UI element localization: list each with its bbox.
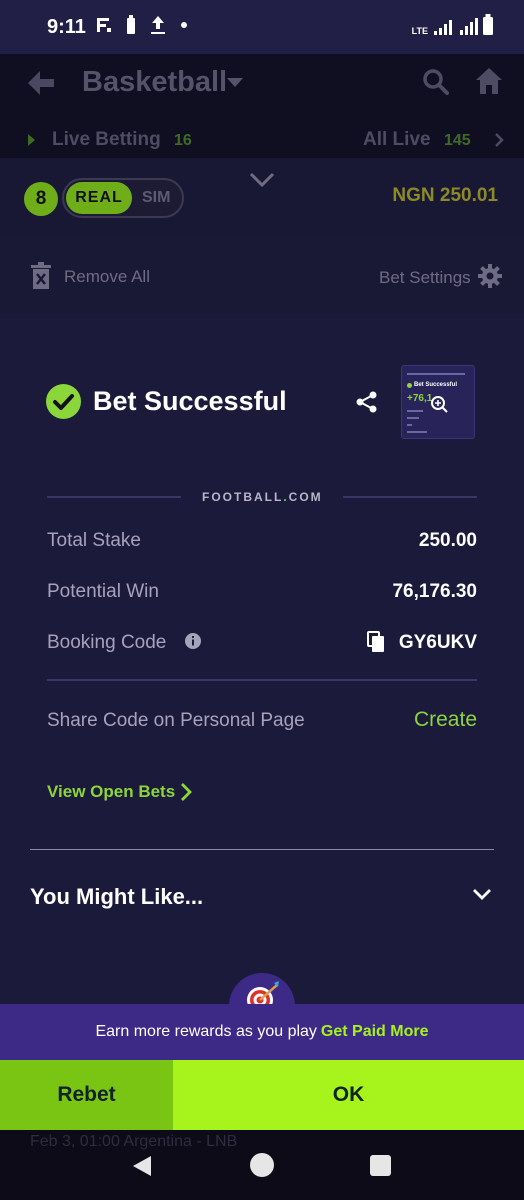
- divider-right: [343, 496, 477, 498]
- get-paid-more-link[interactable]: Get Paid More: [321, 1023, 429, 1040]
- nav-back-icon[interactable]: [131, 1154, 153, 1178]
- status-time: 9:11: [47, 16, 86, 38]
- rewards-text: Earn more rewards as you play: [95, 1023, 317, 1040]
- thumb-title: Bet Successful: [414, 382, 458, 388]
- potential-win-label: Potential Win: [47, 581, 159, 602]
- system-icons: LTE: [412, 14, 494, 36]
- thumb-header-line: [407, 373, 465, 375]
- live-arrow-icon: [28, 134, 35, 146]
- live-bar: Live Betting 16 All Live 145: [0, 120, 524, 158]
- system-nav-bar: [0, 1140, 524, 1200]
- betslip-actions: Remove All Bet Settings: [0, 236, 524, 314]
- home-icon[interactable]: [474, 66, 504, 96]
- thumb-line: [407, 417, 419, 419]
- bet-success-panel: Bet Successful Bet Successful +76,1 FOOT…: [0, 314, 524, 1004]
- gear-icon[interactable]: [478, 264, 502, 288]
- signal-icon: [434, 20, 452, 35]
- nav-home-icon[interactable]: [250, 1153, 274, 1177]
- info-icon[interactable]: [184, 632, 202, 650]
- account-balance: NGN 250.01: [392, 185, 498, 206]
- you-might-like-title[interactable]: You Might Like...: [30, 884, 203, 910]
- collapse-chevron-icon[interactable]: [249, 172, 275, 188]
- network-type: LTE: [411, 26, 428, 36]
- create-share-code-button[interactable]: Create: [414, 708, 477, 732]
- chevron-right-icon[interactable]: [494, 132, 504, 148]
- divider-left: [47, 496, 181, 498]
- potential-win-value: 76,176.30: [392, 581, 477, 602]
- real-mode-option[interactable]: REAL: [66, 182, 132, 214]
- nav-recents-icon[interactable]: [370, 1155, 391, 1176]
- sport-title[interactable]: Basketball: [82, 66, 227, 99]
- total-stake-label: Total Stake: [47, 530, 141, 551]
- section-divider: [47, 679, 477, 681]
- battery-icon: [483, 14, 493, 35]
- notification-icons: [96, 15, 188, 35]
- caret-down-icon[interactable]: [227, 78, 243, 88]
- thumb-line: [407, 431, 427, 433]
- trash-icon[interactable]: [30, 262, 52, 290]
- rewards-banner[interactable]: Earn more rewards as you play Get Paid Mo…: [0, 1004, 524, 1060]
- upload-icon: [151, 16, 165, 34]
- real-sim-toggle[interactable]: REAL SIM: [62, 178, 184, 218]
- zoom-in-icon[interactable]: [430, 395, 448, 413]
- rebet-button[interactable]: Rebet: [0, 1060, 173, 1130]
- bet-settings-button[interactable]: Bet Settings: [379, 268, 471, 288]
- live-betting-link[interactable]: Live Betting: [52, 129, 161, 151]
- view-open-bets-link[interactable]: View Open Bets: [47, 782, 175, 802]
- all-live-count: 145: [444, 132, 471, 149]
- app-notification-icon: [97, 18, 111, 32]
- success-check-icon: [46, 384, 81, 419]
- selection-count-badge: 8: [24, 182, 58, 216]
- share-icon[interactable]: [356, 391, 378, 413]
- rewards-text-line: Earn more rewards as you play Get Paid Mo…: [0, 1023, 524, 1041]
- recommendations-divider: [30, 849, 494, 850]
- status-bar: 9:11 LTE: [0, 0, 524, 54]
- ok-button[interactable]: OK: [173, 1060, 524, 1130]
- dot-icon: [181, 22, 187, 28]
- chevron-down-icon[interactable]: [472, 888, 492, 900]
- search-icon[interactable]: [422, 68, 450, 96]
- betslip-bar: 8 REAL SIM NGN 250.01: [0, 158, 524, 236]
- remove-all-button[interactable]: Remove All: [64, 267, 150, 287]
- copy-icon[interactable]: [367, 631, 385, 653]
- thumb-check-dot: [407, 383, 412, 388]
- thumb-line: [407, 424, 412, 426]
- booking-code-label: Booking Code: [47, 632, 167, 653]
- chevron-right-icon[interactable]: [180, 782, 192, 802]
- signal-icon-2: [460, 18, 478, 35]
- all-live-link[interactable]: All Live: [363, 129, 431, 151]
- booking-code-value[interactable]: GY6UKV: [399, 632, 477, 654]
- back-arrow-icon[interactable]: [26, 68, 56, 98]
- live-betting-count: 16: [174, 132, 192, 149]
- bet-success-title: Bet Successful: [93, 386, 287, 416]
- thumb-value: +76,1: [407, 393, 433, 404]
- battery-saver-icon: [127, 15, 135, 34]
- brand-logo: FOOTBALL.COM: [202, 490, 323, 504]
- total-stake-value: 250.00: [418, 530, 477, 551]
- sim-mode-option[interactable]: SIM: [142, 189, 170, 207]
- share-code-label: Share Code on Personal Page: [47, 710, 305, 731]
- thumb-line: [407, 410, 423, 412]
- bet-ticket-thumbnail[interactable]: Bet Successful +76,1: [401, 365, 475, 439]
